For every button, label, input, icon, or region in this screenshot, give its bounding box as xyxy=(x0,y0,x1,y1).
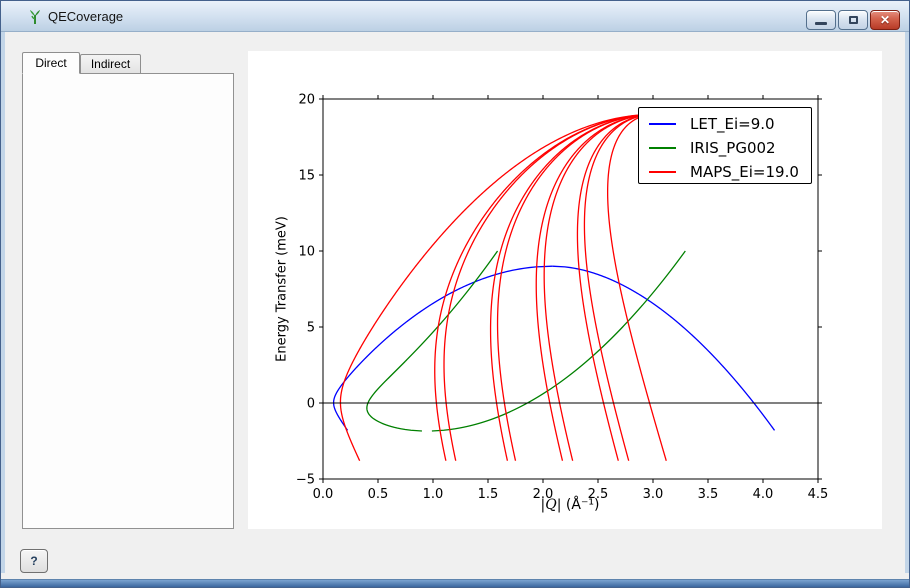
window-frame-bottom xyxy=(1,579,909,587)
x-axis-label: |Q| (Å⁻¹) xyxy=(541,497,600,513)
minimize-icon xyxy=(815,22,827,25)
legend-entry: IRIS_PG002 xyxy=(649,136,811,160)
legend-line-sample xyxy=(649,171,676,173)
curve-MAPS_Ei=19.0 xyxy=(498,114,657,461)
x-tick-label: 4.5 xyxy=(808,487,829,502)
close-icon: ✕ xyxy=(880,13,890,27)
y-axis-label: Energy Transfer (meV) xyxy=(275,216,290,362)
x-tick-label: 1.5 xyxy=(478,487,499,502)
x-axis-label-unit: (Å⁻¹) xyxy=(566,497,600,513)
maximize-button[interactable] xyxy=(838,10,868,30)
plot-canvas: 0.00.51.01.52.02.53.03.54.04.5−505101520… xyxy=(248,51,882,529)
titlebar[interactable]: QECoverage ✕ xyxy=(1,1,909,32)
curve-MAPS_Ei=19.0 xyxy=(444,114,656,461)
help-button[interactable]: ? xyxy=(20,549,48,573)
y-tick-label: 15 xyxy=(298,169,315,184)
y-tick-label: 20 xyxy=(298,93,315,108)
y-tick-label: 0 xyxy=(307,397,315,412)
legend: LET_Ei=9.0 IRIS_PG002 MAPS_Ei=19.0 xyxy=(638,107,812,184)
tab-direct[interactable]: Direct xyxy=(22,52,80,74)
legend-label: LET_Ei=9.0 xyxy=(690,115,775,133)
x-tick-label: 1.0 xyxy=(423,487,444,502)
legend-label: IRIS_PG002 xyxy=(690,139,776,157)
window-frame-left xyxy=(1,32,5,573)
legend-line-sample xyxy=(649,147,676,149)
window-title: QECoverage xyxy=(48,9,123,24)
x-tick-label: 0.0 xyxy=(313,487,334,502)
x-axis-label-math: |Q| xyxy=(541,497,562,513)
legend-entry: LET_Ei=9.0 xyxy=(649,112,811,136)
window-frame-right xyxy=(905,32,909,573)
legend-line-sample xyxy=(649,123,676,125)
legend-label: MAPS_Ei=19.0 xyxy=(690,163,799,181)
y-tick-label: 5 xyxy=(307,321,315,336)
tab-indirect[interactable]: Indirect xyxy=(80,54,141,74)
curve-LET_Ei=9.0 xyxy=(334,266,553,430)
qecoverage-window: QECoverage ✕ Direct Indirect MAPS Ei ✔ P… xyxy=(0,0,910,588)
x-tick-label: 3.0 xyxy=(643,487,664,502)
x-tick-label: 3.5 xyxy=(698,487,719,502)
y-tick-label: 10 xyxy=(298,245,315,260)
legend-entry: MAPS_Ei=19.0 xyxy=(649,160,811,184)
maximize-icon xyxy=(849,16,858,24)
curve-IRIS_PG002 xyxy=(432,251,685,431)
direct-tab-pane xyxy=(22,73,234,529)
y-tick-label: −5 xyxy=(296,473,315,488)
x-tick-label: 0.5 xyxy=(368,487,389,502)
curve-LET_Ei=9.0 xyxy=(552,266,774,430)
close-button[interactable]: ✕ xyxy=(870,10,900,30)
x-tick-label: 4.0 xyxy=(753,487,774,502)
curve-IRIS_PG002 xyxy=(367,251,498,431)
app-icon xyxy=(27,9,43,25)
minimize-button[interactable] xyxy=(806,10,836,30)
